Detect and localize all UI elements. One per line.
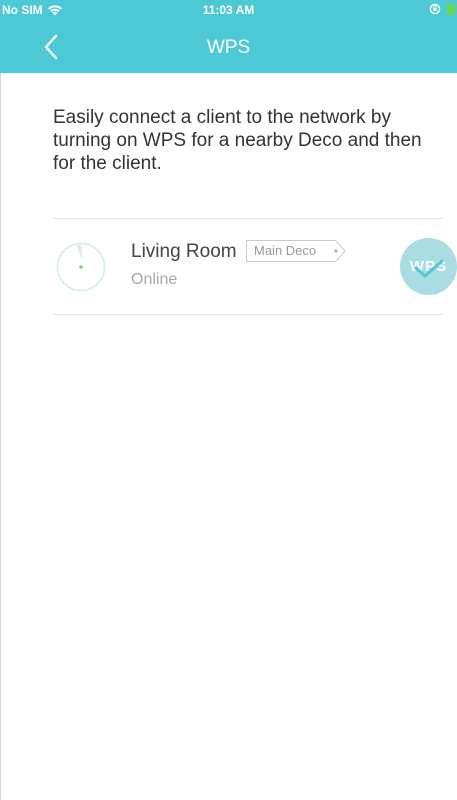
checkmark-icon bbox=[414, 259, 444, 278]
wps-button[interactable]: WPS bbox=[400, 238, 457, 295]
wps-description: Easily connect a client to the network b… bbox=[53, 107, 422, 174]
status-time: 11:03 AM bbox=[202, 3, 255, 17]
status-right bbox=[429, 3, 455, 15]
nav-bar: WPS bbox=[0, 20, 457, 73]
device-name: Living Room bbox=[131, 241, 237, 262]
wps-screen: No SIM 11:03 AM WPS Easily connect a cli… bbox=[0, 0, 457, 800]
battery-icon bbox=[447, 3, 455, 15]
header: No SIM 11:03 AM WPS bbox=[0, 0, 457, 73]
page-title: WPS bbox=[206, 37, 251, 58]
deco-tag-label: Main Deco bbox=[254, 243, 317, 258]
status-bar: No SIM 11:03 AM bbox=[0, 0, 457, 20]
device-row-living-room[interactable]: Living Room Main Deco Online WPS bbox=[53, 219, 457, 314]
list-bottom-divider bbox=[53, 314, 443, 315]
screen-edge bbox=[0, 0, 1, 800]
device-status: Online bbox=[131, 271, 178, 288]
deco-device-icon bbox=[56, 242, 106, 292]
orientation-lock-icon bbox=[429, 3, 441, 15]
